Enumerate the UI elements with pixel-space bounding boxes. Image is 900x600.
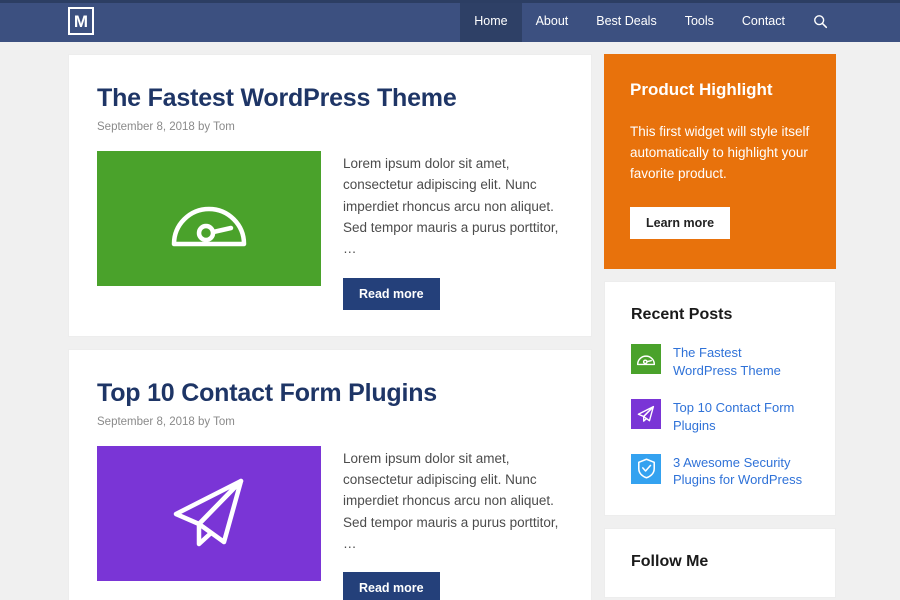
widget-title: Follow Me: [631, 553, 709, 571]
highlight-description: This first widget will style itself auto…: [630, 124, 810, 181]
recent-post-link[interactable]: Top 10 Contact Form Plugins: [673, 399, 809, 435]
site-header: M Home About Best Deals Tools Contact: [0, 0, 900, 42]
recent-post-link[interactable]: 3 Awesome Security Plugins for WordPress: [673, 454, 809, 490]
article-title[interactable]: The Fastest WordPress Theme: [97, 83, 563, 113]
article-excerpt: Lorem ipsum dolor sit amet, consectetur …: [343, 450, 559, 551]
article-meta: September 8, 2018 by Tom: [97, 121, 235, 133]
recent-posts-list: The Fastest WordPress Theme Top 10 Conta…: [631, 343, 809, 490]
article-text: Lorem ipsum dolor sit amet, consectetur …: [343, 151, 563, 310]
nav-item-contact[interactable]: Contact: [728, 0, 799, 42]
read-more-button[interactable]: Read more: [343, 277, 440, 310]
recent-post-thumbnail[interactable]: [631, 398, 661, 429]
article-excerpt: Lorem ipsum dolor sit amet, consectetur …: [343, 156, 559, 257]
sidebar: Product Highlight This first widget will…: [604, 54, 836, 600]
article-body: Lorem ipsum dolor sit amet, consectetur …: [97, 151, 563, 310]
nav-item-home[interactable]: Home: [460, 0, 522, 42]
article-title[interactable]: Top 10 Contact Form Plugins: [97, 378, 563, 408]
widget-title: Product Highlight: [630, 80, 773, 99]
nav-item-tools[interactable]: Tools: [671, 0, 728, 42]
list-item: The Fastest WordPress Theme: [631, 343, 809, 380]
article-meta: September 8, 2018 by Tom: [97, 415, 235, 428]
search-icon: [814, 14, 828, 28]
article-card: The Fastest WordPress Theme September 8,…: [68, 54, 592, 337]
list-item: 3 Awesome Security Plugins for WordPress: [631, 453, 809, 490]
widget-follow-me: Follow Me: [604, 528, 836, 599]
search-button[interactable]: [799, 0, 838, 42]
read-more-button[interactable]: Read more: [343, 572, 440, 600]
article-text: Lorem ipsum dolor sit amet, consectetur …: [343, 446, 563, 600]
gauge-icon: [636, 355, 656, 366]
article-thumbnail[interactable]: [97, 151, 321, 286]
paper-plane-icon: [173, 478, 244, 547]
widget-title: Recent Posts: [631, 305, 733, 323]
nav-item-about[interactable]: About: [522, 0, 583, 42]
page-layout: The Fastest WordPress Theme September 8,…: [0, 42, 900, 600]
widget-recent-posts: Recent Posts The Fastest WordPress Theme: [604, 280, 836, 517]
shield-check-icon: [637, 458, 655, 479]
list-item: Top 10 Contact Form Plugins: [631, 398, 809, 435]
recent-post-link[interactable]: The Fastest WordPress Theme: [673, 344, 809, 380]
recent-post-thumbnail[interactable]: [631, 343, 661, 374]
site-logo[interactable]: M: [68, 0, 94, 42]
logo-mark: M: [68, 7, 94, 35]
learn-more-button[interactable]: Learn more: [630, 206, 731, 239]
main-navigation: Home About Best Deals Tools Contact: [460, 0, 900, 42]
nav-item-best-deals[interactable]: Best Deals: [582, 0, 670, 42]
article-card: Top 10 Contact Form Plugins September 8,…: [68, 348, 592, 600]
widget-product-highlight: Product Highlight This first widget will…: [604, 54, 836, 269]
recent-post-thumbnail[interactable]: [631, 453, 661, 484]
paper-plane-icon: [637, 405, 655, 422]
article-body: Lorem ipsum dolor sit amet, consectetur …: [97, 445, 563, 600]
content-column: The Fastest WordPress Theme September 8,…: [68, 54, 592, 600]
article-thumbnail[interactable]: [97, 445, 321, 581]
gauge-icon: [171, 206, 247, 246]
